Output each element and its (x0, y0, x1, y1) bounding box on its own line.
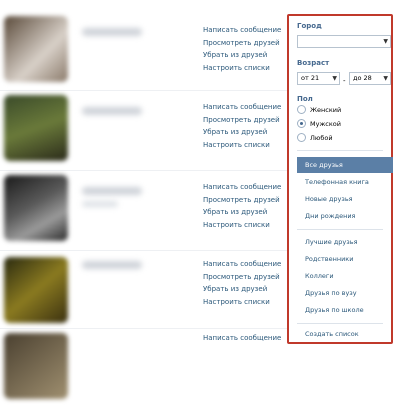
gender-option-any[interactable]: Любой (297, 132, 333, 144)
friend-actions: Написать сообщение Просмотреть друзей Уб… (203, 258, 288, 309)
city-select[interactable]: ▼ (297, 35, 391, 48)
friends-list: Написать сообщение Просмотреть друзей Уб… (0, 0, 288, 399)
view-friends-link[interactable]: Просмотреть друзей (203, 114, 288, 127)
write-message-link[interactable]: Написать сообщение (203, 332, 288, 345)
friend-row: Написать сообщение Просмотреть друзей Уб… (0, 170, 288, 251)
view-friends-link[interactable]: Просмотреть друзей (203, 194, 288, 207)
list-school-friends[interactable]: Друзья по школе (297, 302, 393, 318)
friend-avatar[interactable] (4, 95, 68, 161)
chevron-down-icon: ▼ (383, 75, 388, 82)
friend-name[interactable] (82, 107, 142, 115)
friend-avatar[interactable] (4, 175, 68, 241)
remove-friend-link[interactable]: Убрать из друзей (203, 126, 288, 139)
age-to-value: до 28 (353, 74, 372, 82)
friends-filter-panel: Город ▼ Возраст от 21 ▼ - до 28 ▼ Пол Же… (287, 14, 393, 344)
write-message-link[interactable]: Написать сообщение (203, 101, 288, 114)
list-relatives[interactable]: Родственники (297, 251, 393, 267)
divider (297, 229, 383, 230)
list-all-friends[interactable]: Все друзья (297, 157, 393, 173)
configure-lists-link[interactable]: Настроить списки (203, 219, 288, 232)
gender-label: Любой (310, 134, 333, 142)
chevron-down-icon: ▼ (332, 75, 337, 82)
radio-button[interactable] (297, 132, 306, 142)
write-message-link[interactable]: Написать сообщение (203, 24, 288, 37)
age-to-select[interactable]: до 28 ▼ (349, 72, 391, 85)
list-phone-book[interactable]: Телефонная книга (297, 174, 393, 190)
radio-button[interactable] (297, 104, 306, 114)
gender-label: Мужской (310, 120, 342, 128)
age-range-dash: - (343, 77, 346, 85)
remove-friend-link[interactable]: Убрать из друзей (203, 283, 288, 296)
age-from-select[interactable]: от 21 ▼ (297, 72, 340, 85)
friend-actions: Написать сообщение Просмотреть друзей Уб… (203, 181, 288, 232)
friend-name[interactable] (82, 187, 142, 195)
friend-name[interactable] (82, 261, 142, 269)
chevron-down-icon: ▼ (383, 38, 388, 45)
city-title: Город (297, 22, 322, 30)
age-from-value: от 21 (301, 74, 320, 82)
list-birthdays[interactable]: Дни рождения (297, 208, 393, 224)
remove-friend-link[interactable]: Убрать из друзей (203, 206, 288, 219)
list-university-friends[interactable]: Друзья по вузу (297, 285, 393, 301)
configure-lists-link[interactable]: Настроить списки (203, 139, 288, 152)
gender-title: Пол (297, 95, 313, 103)
friend-avatar[interactable] (4, 333, 68, 399)
remove-friend-link[interactable]: Убрать из друзей (203, 49, 288, 62)
list-new-friends[interactable]: Новые друзья (297, 191, 393, 207)
friend-row: Написать сообщение Просмотреть друзей Уб… (0, 250, 288, 331)
friend-row: Написать сообщение Просмотреть друзей Уб… (0, 10, 288, 90)
friend-actions: Написать сообщение Просмотреть друзей Уб… (203, 24, 288, 75)
gender-label: Женский (310, 106, 342, 114)
friend-row: Написать сообщение (0, 328, 288, 409)
divider (297, 150, 383, 151)
gender-option-male[interactable]: Мужской (297, 118, 342, 130)
view-friends-link[interactable]: Просмотреть друзей (203, 271, 288, 284)
write-message-link[interactable]: Написать сообщение (203, 258, 288, 271)
friend-name[interactable] (82, 28, 142, 36)
create-list-button[interactable]: Создать список (297, 326, 393, 342)
friend-row: Написать сообщение Просмотреть друзей Уб… (0, 90, 288, 171)
configure-lists-link[interactable]: Настроить списки (203, 296, 288, 309)
configure-lists-link[interactable]: Настроить списки (203, 62, 288, 75)
list-colleagues[interactable]: Коллеги (297, 268, 393, 284)
friend-subtitle (82, 201, 118, 207)
write-message-link[interactable]: Написать сообщение (203, 181, 288, 194)
age-title: Возраст (297, 59, 330, 67)
view-friends-link[interactable]: Просмотреть друзей (203, 37, 288, 50)
divider (297, 323, 383, 324)
friend-avatar[interactable] (4, 16, 68, 82)
radio-button-selected[interactable] (297, 118, 306, 128)
gender-option-female[interactable]: Женский (297, 104, 342, 116)
friend-actions: Написать сообщение (203, 332, 288, 345)
friend-avatar[interactable] (4, 257, 68, 323)
friend-actions: Написать сообщение Просмотреть друзей Уб… (203, 101, 288, 152)
list-best-friends[interactable]: Лучшие друзья (297, 234, 393, 250)
